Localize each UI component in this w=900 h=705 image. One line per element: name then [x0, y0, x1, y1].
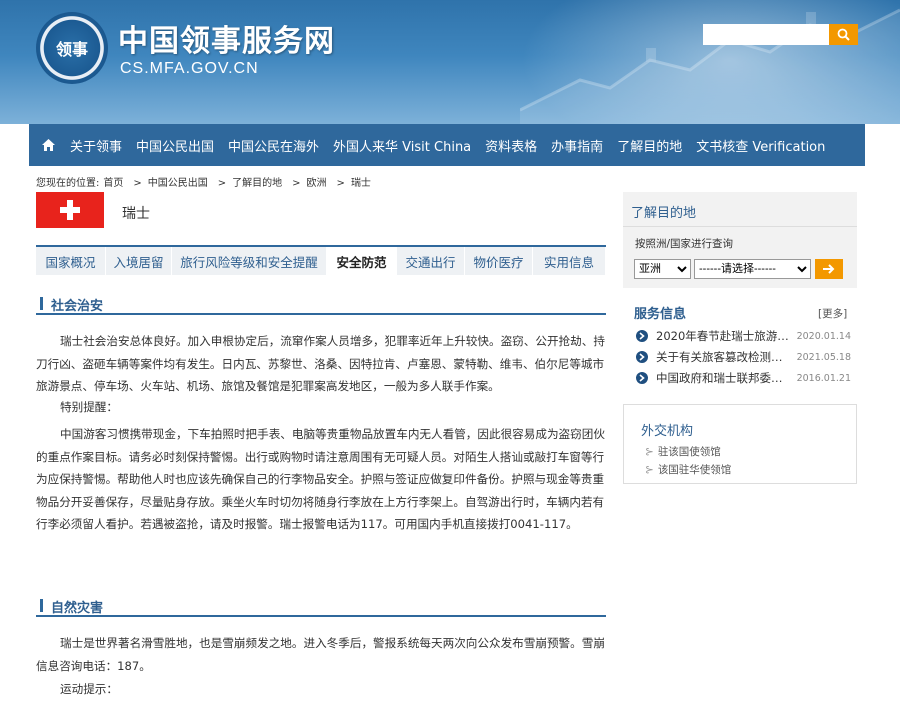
security-paragraph-2: 特别提醒： — [60, 400, 118, 414]
breadcrumb-sep: > — [292, 178, 301, 189]
breadcrumb-switzerland[interactable]: 瑞士 — [351, 178, 371, 189]
section-heading-disaster: 自然灾害 — [36, 597, 606, 617]
site-title[interactable]: 中国领事服务网 — [118, 16, 335, 60]
site-url[interactable]: CS.MFA.GOV.CN — [120, 60, 259, 78]
tab-transport[interactable]: 交通出行 — [397, 247, 465, 275]
divider — [623, 226, 857, 227]
section-title: 自然灾害 — [51, 601, 104, 616]
service-item-date: 2016.01.21 — [796, 372, 851, 384]
breadcrumb-home[interactable]: 首页 — [103, 178, 123, 189]
breadcrumb-sep: > — [217, 178, 227, 189]
nav-item-forms[interactable]: 资料表格 — [478, 136, 544, 155]
foreign-agencies-title: 外交机构 — [641, 424, 694, 439]
home-button[interactable] — [33, 138, 63, 152]
breadcrumb-sep: > — [336, 178, 345, 189]
tab-bar: 国家概况 入境居留 旅行风险等级和安全提醒 安全防范 交通出行 物价医疗 实用信… — [36, 245, 606, 275]
swiss-cross-icon — [60, 200, 80, 220]
consular-logo[interactable]: 领事 — [36, 12, 108, 84]
breadcrumb-prefix: 您现在的位置: — [36, 178, 100, 189]
nav-item-guide[interactable]: 办事指南 — [544, 136, 610, 155]
nav-item-visit-china[interactable]: 外国人来华 Visit China — [326, 136, 478, 155]
main-nav: 关于领事 中国公民出国 中国公民在海外 外国人来华 Visit China 资料… — [29, 124, 865, 166]
breadcrumb-sep: > — [133, 178, 142, 189]
service-item-title[interactable]: 关于有关旅客篡改检测… — [656, 349, 791, 365]
link-bullet-icon: ⊱ — [645, 446, 654, 458]
tab-practical[interactable]: 实用信息 — [533, 247, 606, 275]
section-heading-security: 社会治安 — [36, 295, 606, 315]
search-icon — [837, 28, 850, 41]
link-bullet-icon: ⊱ — [645, 464, 654, 476]
services-more-link[interactable]: [更多] — [818, 306, 847, 321]
nav-item-destination[interactable]: 了解目的地 — [610, 136, 689, 155]
service-item-title[interactable]: 2020年春节赴瑞士旅游… — [656, 328, 791, 344]
section-bar — [40, 599, 43, 612]
destination-box: 了解目的地 按照洲/国家进行查询 亚洲 ------请选择------ — [623, 192, 857, 288]
breadcrumb-citizens-abroad[interactable]: 中国公民出国 — [148, 178, 208, 189]
home-icon — [41, 139, 55, 151]
nav-item-verification[interactable]: 文书核查 Verification — [689, 136, 832, 155]
services-title: 服务信息 — [634, 307, 687, 322]
swiss-flag — [36, 192, 104, 228]
service-item[interactable]: 中国政府和瑞士联邦委… 2016.01.21 — [636, 368, 851, 388]
chevron-right-icon — [636, 372, 648, 384]
embassy-china-link-text[interactable]: 该国驻华使领馆 — [658, 464, 732, 476]
country-embassy-in-china-link[interactable]: ⊱ 该国驻华使领馆 — [645, 462, 731, 477]
breadcrumb-europe[interactable]: 欧洲 — [307, 178, 327, 189]
chevron-right-icon — [636, 330, 648, 342]
disaster-paragraph-2: 运动提示： — [60, 682, 118, 696]
embassy-in-country-link[interactable]: ⊱ 驻该国使领馆 — [645, 444, 721, 459]
service-item[interactable]: 2020年春节赴瑞士旅游… 2020.01.14 — [636, 326, 851, 346]
section-bar — [40, 297, 43, 310]
search-button[interactable] — [829, 24, 858, 45]
arrow-right-icon — [823, 264, 835, 274]
section-title: 社会治安 — [51, 299, 104, 314]
logo-text: 领事 — [55, 40, 88, 59]
destination-title: 了解目的地 — [631, 206, 697, 221]
service-item-date: 2021.05.18 — [796, 351, 851, 363]
nav-item-citizens-overseas[interactable]: 中国公民在海外 — [221, 136, 326, 155]
query-label: 按照洲/国家进行查询 — [635, 238, 734, 250]
tab-prices-medical[interactable]: 物价医疗 — [465, 247, 533, 275]
tab-safety[interactable]: 安全防范 — [327, 247, 397, 275]
great-wall-graphic — [520, 8, 900, 124]
service-item-title[interactable]: 中国政府和瑞士联邦委… — [656, 370, 791, 386]
disaster-paragraph-1: 瑞士是世界著名滑雪胜地，也是雪崩频发之地。进入冬季后，警报系统每天两次向公众发布… — [36, 636, 605, 673]
embassy-link-text[interactable]: 驻该国使领馆 — [658, 446, 721, 458]
chevron-right-icon — [636, 351, 648, 363]
nav-item-citizens-abroad[interactable]: 中国公民出国 — [129, 136, 221, 155]
breadcrumb-destination[interactable]: 了解目的地 — [232, 178, 282, 189]
continent-select[interactable]: 亚洲 — [634, 259, 691, 279]
service-item[interactable]: 关于有关旅客篡改检测… 2021.05.18 — [636, 347, 851, 367]
search-input[interactable] — [703, 24, 829, 45]
country-select[interactable]: ------请选择------ — [694, 259, 811, 279]
service-item-date: 2020.01.14 — [796, 330, 851, 342]
tab-risk[interactable]: 旅行风险等级和安全提醒 — [172, 247, 327, 275]
tab-entry[interactable]: 入境居留 — [106, 247, 172, 275]
breadcrumb: 您现在的位置: 首页 > 中国公民出国 > 了解目的地 > 欧洲 > 瑞士 — [36, 174, 375, 189]
security-paragraph-3: 中国游客习惯携带现金，下车拍照时把手表、电脑等贵重物品放置车内无人看管，因此很容… — [36, 427, 605, 531]
security-paragraph-1: 瑞士社会治安总体良好。加入申根协定后，流窜作案人员增多，犯罪率近年上升较快。盗窃… — [36, 334, 605, 393]
country-name: 瑞士 — [122, 206, 150, 222]
query-go-button[interactable] — [815, 259, 843, 279]
nav-item-about-consular[interactable]: 关于领事 — [63, 136, 129, 155]
tab-overview[interactable]: 国家概况 — [36, 247, 106, 275]
